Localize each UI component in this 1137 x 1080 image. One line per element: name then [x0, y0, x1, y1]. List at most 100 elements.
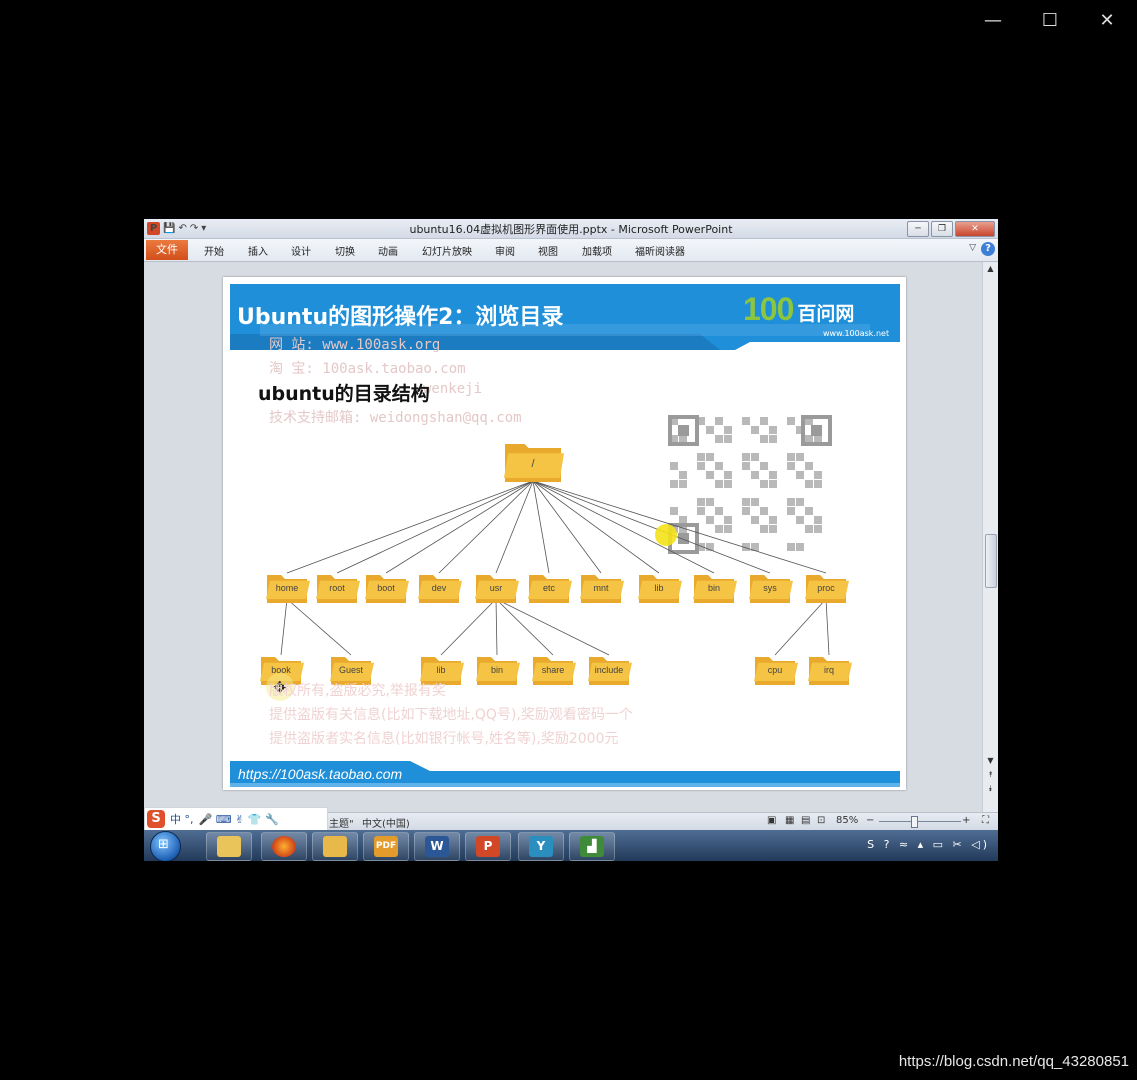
system-tray[interactable]: S ? ≈ ▴ ▭ ✂ ◁) [867, 838, 990, 851]
ime-tools-icons[interactable]: 🎤 ⌨ ✌ 👕 🔧 [199, 813, 279, 826]
zoom-level[interactable]: 85% [836, 815, 858, 826]
powerpoint-icon: P [476, 836, 500, 857]
ime-toolbar[interactable]: S 中 °, 🎤 ⌨ ✌ 👕 🔧 [144, 807, 328, 831]
chart-app-icon: ▟ [580, 836, 604, 857]
ime-mode[interactable]: 中 °, [170, 811, 194, 827]
watermark-bottom-line: 提供盗版有关信息(比如下载地址,QQ号),奖励观看密码一个 [269, 707, 633, 723]
close-button[interactable]: ✕ [1087, 8, 1127, 34]
y-app-icon: Y [529, 836, 553, 857]
folder-node: home [266, 575, 310, 603]
scroll-down-icon[interactable]: ▼ [983, 756, 998, 765]
folder-label: home [276, 583, 299, 593]
folder-label: lib [654, 583, 663, 593]
folder-label: mnt [593, 583, 609, 593]
taskbar-chart-app[interactable]: ▟ [569, 832, 615, 861]
reading-view-icon[interactable]: ▤ [801, 815, 810, 826]
tab-transitions[interactable]: 切换 [335, 243, 355, 258]
taskbar-yapp[interactable]: Y [518, 832, 564, 861]
next-slide-icon[interactable]: ⯯ [983, 784, 998, 794]
folder-node: share [532, 657, 576, 685]
tab-view[interactable]: 视图 [538, 243, 558, 258]
zoom-in-button[interactable]: + [962, 815, 970, 826]
taskbar-powerpoint[interactable]: P [465, 832, 511, 861]
folder-label: dev [432, 583, 447, 593]
folder-node: irq [808, 657, 852, 685]
vertical-scrollbar[interactable]: ▲ ▼ ⯭ ⯯ [982, 262, 998, 812]
laser-pointer [655, 524, 677, 546]
app-close-button[interactable]: ✕ [955, 221, 995, 237]
tab-foxit-reader[interactable]: 福昕阅读器 [635, 243, 685, 258]
word-icon: W [425, 836, 449, 857]
firefox-icon [272, 836, 296, 857]
taskbar-word[interactable]: W [414, 832, 460, 861]
pdf-icon: PDF [374, 836, 398, 857]
prev-slide-icon[interactable]: ⯭ [983, 770, 998, 780]
sogou-logo-icon[interactable]: S [147, 810, 165, 828]
folder-label: proc [817, 583, 835, 593]
folder-node: proc [805, 575, 849, 603]
folder-node: bin [693, 575, 737, 603]
folder-node: cpu [754, 657, 798, 685]
tab-slideshow[interactable]: 幻灯片放映 [422, 243, 472, 258]
taskbar-utility[interactable] [312, 832, 358, 861]
ribbon-minimize-icon[interactable]: ▽ [969, 243, 976, 253]
slideshow-icon[interactable]: ⊡ [817, 815, 825, 826]
footer-link[interactable]: https://100ask.taobao.com [238, 766, 402, 782]
normal-view-icon[interactable]: ▣ [767, 815, 776, 826]
watermark-bottom-line: 提供盗版者实名信息(比如银行帐号,姓名等),奖励2000元 [269, 731, 619, 747]
taskbar-pdf[interactable]: PDF [363, 832, 409, 861]
help-icon[interactable]: ? [981, 242, 995, 256]
language-status[interactable]: 中文(中国) [362, 815, 410, 830]
title-controls: ─ ❐ ✕ [907, 221, 995, 237]
zoom-slider-knob[interactable] [911, 816, 918, 828]
blog-watermark: https://blog.csdn.net/qq_43280851 [898, 1053, 1129, 1070]
folder-node: bin [476, 657, 520, 685]
tab-file[interactable]: 文件 [146, 240, 188, 260]
maximize-button[interactable]: ☐ [1030, 8, 1070, 34]
folder-label: irq [824, 665, 834, 675]
zoom-out-button[interactable]: − [866, 815, 874, 826]
start-button[interactable]: ⊞ [150, 831, 181, 861]
tab-insert[interactable]: 插入 [248, 243, 268, 258]
folder-label: Guest [339, 665, 364, 675]
powerpoint-window: P 💾 ↶ ↷ ▾ ubuntu16.04虚拟机图形界面使用.pptx - Mi… [144, 219, 998, 861]
folder-label: etc [543, 583, 556, 593]
folder-icon [217, 836, 241, 857]
folder-node: lib [638, 575, 682, 603]
taskbar-explorer[interactable] [206, 832, 252, 861]
folder-label: bin [708, 583, 720, 593]
scrollbar-thumb[interactable] [985, 534, 997, 588]
tab-home[interactable]: 开始 [204, 243, 224, 258]
folder-node: boot [365, 575, 409, 603]
watermark-bottom-line: 版权所有,盗版必究,举报有奖 [269, 683, 446, 699]
taskbar-firefox[interactable] [261, 832, 307, 861]
folder-node: mnt [580, 575, 624, 603]
tab-animations[interactable]: 动画 [378, 243, 398, 258]
folder-label: share [542, 665, 565, 675]
folder-label: bin [491, 665, 503, 675]
scroll-up-icon[interactable]: ▲ [983, 264, 998, 273]
ribbon-tabs: 文件 开始 插入 设计 切换 动画 幻灯片放映 审阅 视图 加载项 福昕阅读器 … [144, 239, 998, 262]
tab-design[interactable]: 设计 [291, 243, 311, 258]
tab-addins[interactable]: 加载项 [582, 243, 612, 258]
folder-node: / [504, 444, 564, 482]
fit-slide-icon[interactable]: ⛶ [982, 815, 989, 826]
title-bar: P 💾 ↶ ↷ ▾ ubuntu16.04虚拟机图形界面使用.pptx - Mi… [144, 219, 998, 239]
window-title: ubuntu16.04虚拟机图形界面使用.pptx - Microsoft Po… [409, 223, 733, 236]
taskbar: ⊞ PDF W P Y ▟ S ? ≈ ▴ ▭ ✂ ◁) [144, 830, 998, 861]
utility-icon [323, 836, 347, 857]
zoom-slider[interactable] [879, 821, 961, 822]
folder-node: dev [418, 575, 462, 603]
folder-node: etc [528, 575, 572, 603]
app-restore-button[interactable]: ❐ [931, 221, 953, 237]
folder-label: sys [763, 583, 777, 593]
folder-label: boot [377, 583, 395, 593]
tab-review[interactable]: 审阅 [495, 243, 515, 258]
folder-node: root [316, 575, 360, 603]
slide-sorter-icon[interactable]: ▦ [785, 815, 794, 826]
minimize-button[interactable]: — [973, 8, 1013, 34]
slide-canvas[interactable]: Ubuntu的图形操作2：浏览目录 100 百问网 www.100ask.net … [223, 277, 906, 790]
folder-label: root [329, 583, 345, 593]
app-minimize-button[interactable]: ─ [907, 221, 929, 237]
footer: https://100ask.taobao.com [230, 761, 900, 789]
